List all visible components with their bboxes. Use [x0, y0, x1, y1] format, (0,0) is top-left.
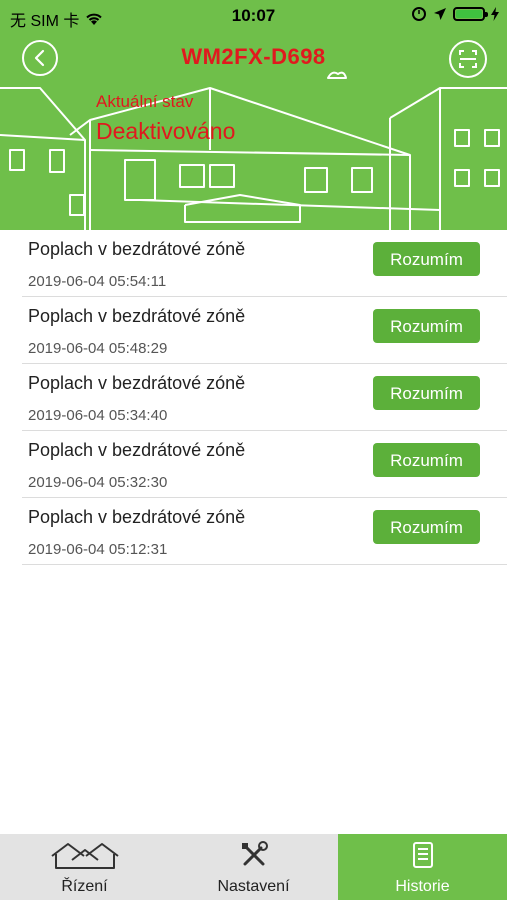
charging-bolt-icon	[491, 7, 499, 21]
alarm-title: Poplach v bezdrátové zóně	[28, 440, 246, 460]
document-icon	[412, 842, 433, 868]
acknowledge-button[interactable]: Rozumím	[373, 242, 480, 276]
house-illustration	[0, 71, 507, 230]
alarm-title: Poplach v bezdrátové zóně	[28, 306, 246, 326]
location-arrow-icon	[434, 8, 446, 20]
alarm-title: Poplach v bezdrátové zóně	[28, 239, 246, 259]
header-banner: 无 SIM 卡 10:07 WM2FX-D698 Aktuální stav D…	[0, 0, 507, 230]
tab-control[interactable]: Řízení	[0, 834, 169, 900]
acknowledge-button[interactable]: Rozumím	[373, 510, 480, 544]
list-item: Poplach v bezdrátové zóně 2019-06-04 05:…	[22, 431, 507, 498]
tab-settings[interactable]: Nastavení	[169, 834, 338, 900]
list-item: Poplach v bezdrátové zóně 2019-06-04 05:…	[22, 297, 507, 364]
tools-icon	[241, 841, 268, 866]
alarm-clock-icon	[412, 7, 426, 21]
acknowledge-button[interactable]: Rozumím	[373, 309, 480, 343]
acknowledge-button[interactable]: Rozumím	[373, 376, 480, 410]
alarm-timestamp: 2019-06-04 05:12:31	[28, 541, 168, 558]
alarm-timestamp: 2019-06-04 05:34:40	[28, 407, 168, 424]
alarm-timestamp: 2019-06-04 05:54:11	[28, 273, 167, 290]
tab-label: Historie	[395, 878, 450, 895]
tab-bar: Řízení Nastavení Historie	[0, 834, 507, 900]
tab-history[interactable]: Historie	[338, 834, 507, 900]
alarm-history-list: Poplach v bezdrátové zóně 2019-06-04 05:…	[22, 230, 507, 565]
alarm-title: Poplach v bezdrátové zóně	[28, 373, 246, 393]
status-bar: 无 SIM 卡 10:07	[0, 0, 507, 32]
acknowledge-button[interactable]: Rozumím	[373, 443, 480, 477]
scan-icon	[459, 50, 477, 68]
tab-label: Řízení	[61, 878, 108, 895]
alarm-timestamp: 2019-06-04 05:48:29	[28, 340, 168, 357]
alarm-timestamp: 2019-06-04 05:32:30	[28, 474, 168, 491]
scan-button[interactable]	[449, 40, 487, 78]
device-name: WM2FX-D698	[181, 44, 326, 69]
tab-label: Nastavení	[217, 878, 290, 895]
alarm-title: Poplach v bezdrátové zóně	[28, 507, 246, 527]
state-value: Deaktivováno	[96, 118, 236, 144]
state-label: Aktuální stav	[96, 92, 194, 111]
battery-icon	[453, 7, 488, 21]
houses-icon	[50, 843, 119, 869]
list-item: Poplach v bezdrátové zóně 2019-06-04 05:…	[22, 498, 507, 565]
list-item: Poplach v bezdrátové zóně 2019-06-04 05:…	[22, 364, 507, 431]
list-item: Poplach v bezdrátové zóně 2019-06-04 05:…	[22, 230, 507, 297]
status-right	[411, 6, 499, 22]
